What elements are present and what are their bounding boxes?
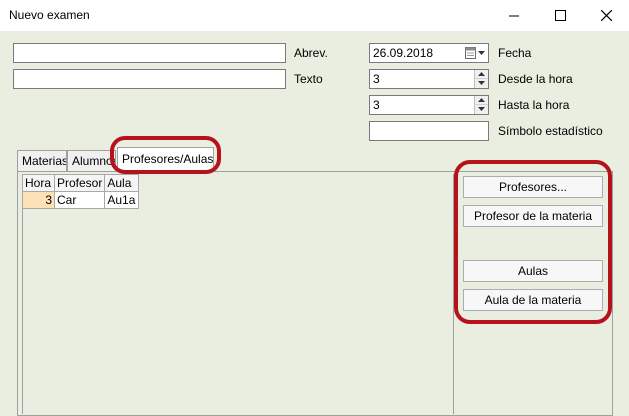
grid-area (22, 174, 454, 414)
abrev-input[interactable] (13, 43, 286, 63)
tab-materias[interactable]: Materias (17, 150, 67, 171)
profesor-materia-button[interactable]: Profesor de la materia (463, 205, 603, 227)
simbolo-label: Símbolo estadístico (498, 124, 603, 138)
hasta-hora-up-button[interactable] (474, 96, 488, 105)
close-icon (600, 10, 612, 21)
maximize-button[interactable] (537, 0, 583, 31)
desde-hora-value: 3 (373, 72, 380, 86)
cell-aula[interactable]: Au1a (104, 191, 140, 209)
column-header-profesor[interactable]: Profesor (53, 174, 106, 192)
arrow-up-icon (478, 72, 485, 76)
hasta-hora-label: Hasta la hora (498, 98, 570, 112)
fecha-date-picker[interactable]: 26.09.2018 (369, 43, 489, 63)
desde-hora-down-button[interactable] (474, 79, 488, 88)
calendar-icon[interactable] (464, 46, 486, 60)
profesores-aulas-grid: Hora Profesor Aula 3 Car Au1a (22, 174, 140, 209)
profesores-button[interactable]: Profesores... (463, 176, 603, 198)
cell-profesor[interactable]: Car (53, 191, 106, 209)
window-title: Nuevo examen (9, 8, 90, 22)
hasta-hora-down-button[interactable] (474, 105, 488, 114)
aulas-button[interactable]: Aulas (463, 260, 603, 282)
arrow-down-icon (478, 81, 485, 85)
tab-profesores-aulas[interactable]: Profesores/Aulas (117, 147, 214, 172)
fecha-label: Fecha (498, 46, 532, 60)
tab-alumnos[interactable]: Alumnos (67, 150, 116, 171)
close-button[interactable] (583, 0, 629, 31)
hasta-hora-value: 3 (373, 98, 380, 112)
column-header-aula[interactable]: Aula (104, 174, 140, 192)
maximize-icon (554, 10, 566, 21)
desde-hora-up-button[interactable] (474, 70, 488, 79)
aula-materia-button[interactable]: Aula de la materia (463, 289, 603, 311)
desde-hora-spinner[interactable]: 3 (369, 69, 489, 89)
abrev-label: Abrev. (294, 46, 328, 60)
texto-input[interactable] (13, 69, 286, 89)
column-header-hora[interactable]: Hora (22, 174, 55, 192)
hasta-hora-spinner[interactable]: 3 (369, 95, 489, 115)
arrow-up-icon (478, 98, 485, 102)
table-row[interactable]: 3 Car Au1a (22, 191, 140, 209)
desde-hora-label: Desde la hora (498, 72, 573, 86)
simbolo-input[interactable] (369, 121, 489, 141)
fecha-value: 26.09.2018 (373, 46, 434, 60)
minimize-icon (508, 15, 519, 17)
texto-label: Texto (294, 72, 323, 86)
title-bar: Nuevo examen (0, 0, 629, 31)
minimize-button[interactable] (491, 0, 537, 31)
arrow-down-icon (478, 107, 485, 111)
cell-hora[interactable]: 3 (22, 191, 55, 209)
